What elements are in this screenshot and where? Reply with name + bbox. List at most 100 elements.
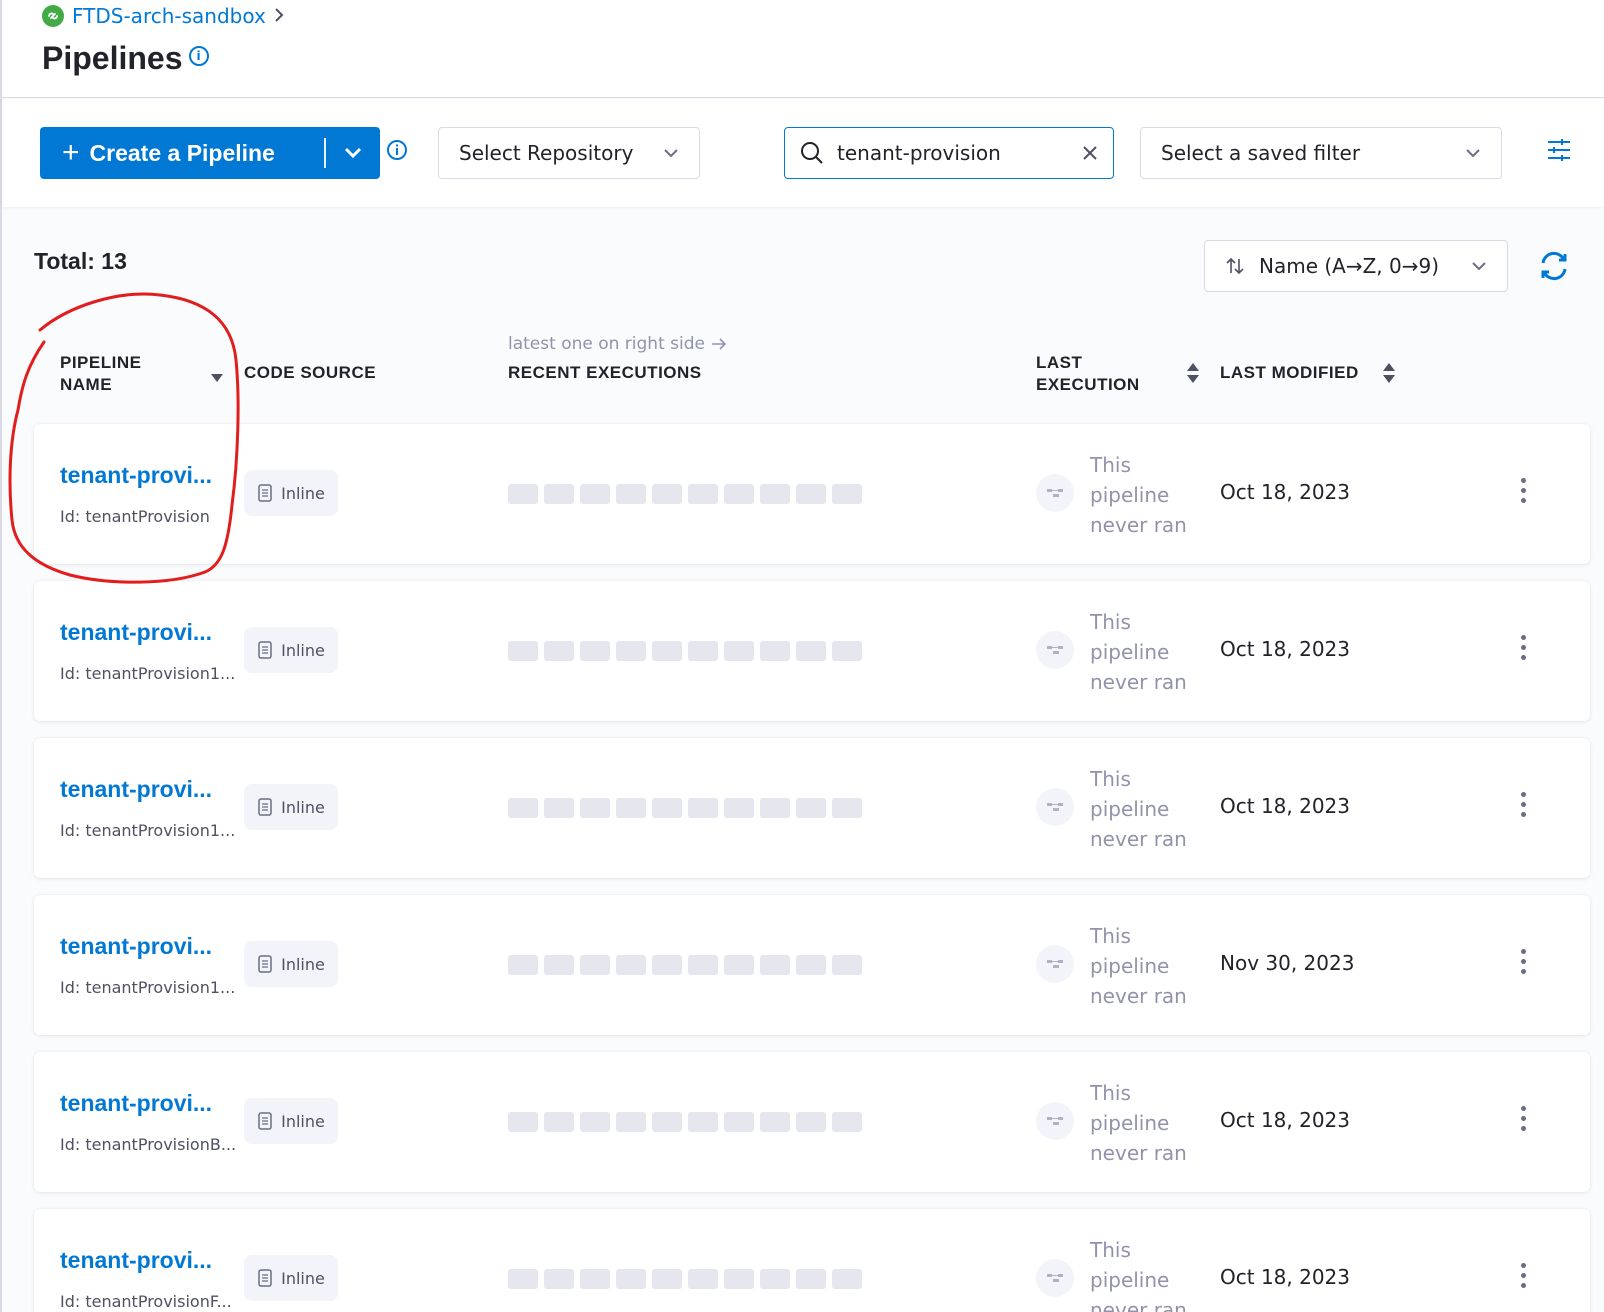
execution-placeholder [580,484,610,504]
execution-placeholder [796,641,826,661]
create-info-icon[interactable] [386,139,408,165]
last-modified-date: Oct 18, 2023 [1220,794,1350,818]
pipeline-name-link[interactable]: tenant-provi... [60,776,235,803]
more-options-icon[interactable] [1518,478,1528,503]
create-pipeline-label: Create a Pipeline [89,139,275,166]
pipeline-id: Id: tenantProvision1... [60,821,236,840]
code-source-label: Inline [281,1268,325,1288]
pipeline-id: Id: tenantProvisionF... [60,1292,232,1311]
sort-toggle-icon[interactable] [1186,362,1200,388]
pipeline-id: Id: tenantProvision [60,507,210,526]
execution-placeholder [616,798,646,818]
table-row[interactable]: tenant-provi... Id: tenantProvisionF... … [34,1209,1590,1312]
execution-placeholder [616,484,646,504]
pipeline-name-link[interactable]: tenant-provi... [60,462,212,489]
sort-toggle-icon[interactable] [1382,362,1396,388]
more-options-icon[interactable] [1518,1263,1528,1288]
pipeline-name-link[interactable]: tenant-provi... [60,933,235,960]
execution-placeholder [688,1269,718,1289]
code-source-label: Inline [281,797,325,817]
clear-search-icon[interactable] [1081,144,1099,162]
execution-placeholder [724,641,754,661]
execution-placeholder [616,1269,646,1289]
last-execution-text: This pipeline never ran [1090,924,1187,1008]
execution-placeholder [760,641,790,661]
more-options-icon[interactable] [1518,792,1528,817]
file-icon [258,1112,272,1130]
table-row[interactable]: tenant-provi... Id: tenantProvision1... … [34,581,1590,721]
code-source-badge: Inline [244,1098,338,1144]
code-source-label: Inline [281,954,325,974]
saved-filter-dropdown[interactable]: Select a saved filter [1140,127,1502,179]
pipeline-status-icon [1036,1259,1074,1297]
execution-placeholder [688,955,718,975]
execution-placeholder [544,484,574,504]
filter-settings-icon[interactable] [1546,137,1572,167]
search-input[interactable]: tenant-provision [784,127,1114,179]
breadcrumb-chevron-icon [274,4,284,28]
execution-placeholder [544,798,574,818]
pipeline-id: Id: tenantProvisionB... [60,1135,237,1154]
pipeline-name-cell: tenant-provi... Id: tenantProvision1... [60,619,235,683]
chevron-down-icon [664,149,678,158]
column-header-code-source: CODE SOURCE [244,363,377,382]
recent-executions-strip [508,1112,862,1132]
table-row[interactable]: tenant-provi... Id: tenantProvisionB... … [34,1052,1590,1192]
execution-placeholder [796,1269,826,1289]
select-repository-label: Select Repository [459,141,634,165]
create-pipeline-dropdown-toggle[interactable] [326,127,380,179]
code-source-badge: Inline [244,1255,338,1301]
pipeline-name-link[interactable]: tenant-provi... [60,1247,232,1274]
search-value[interactable]: tenant-provision [837,141,1069,165]
column-header-pipeline-name[interactable]: PIPELINE NAME [60,352,141,396]
table-row[interactable]: tenant-provi... Id: tenantProvision Inli… [34,424,1590,564]
execution-placeholder [580,798,610,818]
execution-placeholder [580,641,610,661]
last-modified-date: Oct 18, 2023 [1220,637,1350,661]
last-modified-date: Oct 18, 2023 [1220,1265,1350,1289]
pipeline-name-cell: tenant-provi... Id: tenantProvision [60,462,212,526]
column-header-last-modified[interactable]: LAST MODIFIED [1220,362,1359,384]
create-pipeline-main[interactable]: + Create a Pipeline [40,127,324,179]
pipeline-name-cell: tenant-provi... Id: tenantProvisionF... [60,1247,232,1311]
execution-placeholder [832,1112,862,1132]
saved-filter-label: Select a saved filter [1161,141,1361,165]
table-row[interactable]: tenant-provi... Id: tenantProvision1... … [34,895,1590,1035]
column-header-last-execution[interactable]: LAST EXECUTION [1036,352,1140,396]
create-pipeline-button[interactable]: + Create a Pipeline [40,127,380,179]
execution-placeholder [652,798,682,818]
breadcrumb-project-link[interactable]: FTDS-arch-sandbox [72,4,266,28]
table-row[interactable]: tenant-provi... Id: tenantProvision1... … [34,738,1590,878]
execution-placeholder [760,1112,790,1132]
pipeline-name-link[interactable]: tenant-provi... [60,1090,236,1117]
execution-placeholder [544,641,574,661]
more-options-icon[interactable] [1518,949,1528,974]
pipeline-name-cell: tenant-provi... Id: tenantProvision1... [60,776,235,840]
column-header-name-line2: NAME [60,375,113,394]
pipeline-name-cell: tenant-provi... Id: tenantProvisionB... [60,1090,236,1154]
code-source-badge: Inline [244,627,338,673]
select-repository-dropdown[interactable]: Select Repository [438,127,700,179]
chevron-down-icon [1472,262,1486,271]
execution-placeholder [688,1112,718,1132]
more-options-icon[interactable] [1518,1106,1528,1131]
code-source-label: Inline [281,483,325,503]
execution-placeholder [832,798,862,818]
sort-caret-down-icon[interactable] [210,368,224,387]
sort-dropdown[interactable]: Name (A→Z, 0→9) [1204,240,1508,292]
execution-placeholder [688,798,718,818]
pipeline-name-link[interactable]: tenant-provi... [60,619,235,646]
execution-placeholder [688,484,718,504]
recent-hint-text: latest one on right side [508,334,705,354]
recent-executions-strip [508,798,862,818]
execution-placeholder [724,798,754,818]
execution-placeholder [616,955,646,975]
sort-label: Name (A→Z, 0→9) [1259,254,1440,278]
more-options-icon[interactable] [1518,635,1528,660]
page-header: FTDS-arch-sandbox Pipelines i [2,0,1604,98]
page-info-icon[interactable]: i [188,46,209,66]
execution-placeholder [508,1269,538,1289]
recent-executions-strip [508,955,862,975]
refresh-icon[interactable] [1538,250,1570,286]
code-source-badge: Inline [244,941,338,987]
